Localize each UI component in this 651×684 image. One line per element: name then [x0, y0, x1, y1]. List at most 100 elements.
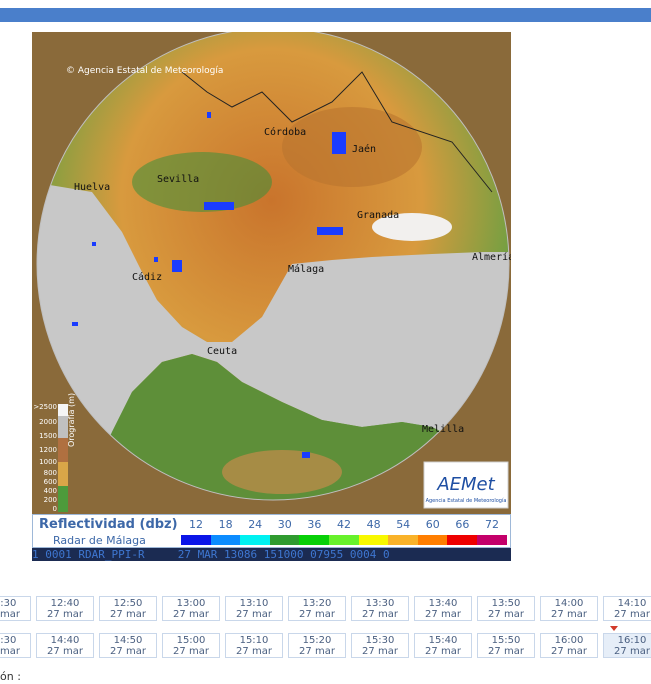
time-slot[interactable]: 12:40 27 mar — [36, 596, 94, 621]
time-slot-time: 14:40 — [50, 635, 80, 646]
status-line: 1 0001 RDAR_PPI-R 27 MAR 13086 151000 07… — [32, 548, 511, 561]
time-slot[interactable]: 13:10 27 mar — [225, 596, 283, 621]
city-label: Málaga — [288, 263, 324, 275]
time-slot-time: 13:30 — [365, 598, 395, 609]
time-slot-date: 27 mar — [551, 609, 587, 620]
time-slot-time: 14:00 — [554, 598, 584, 609]
orography-tick: 1500 — [39, 432, 57, 440]
valley — [132, 152, 272, 212]
time-slot-time: 13:00 — [176, 598, 206, 609]
time-slot[interactable]: 14:3027 mar — [0, 633, 31, 658]
time-slot-date: 27 mar — [299, 609, 335, 620]
time-slot[interactable]: 15:00 27 mar — [162, 633, 220, 658]
legend-value: 60 — [425, 518, 440, 531]
time-slot-time: 15:50 — [491, 635, 521, 646]
time-slot-time: 15:20 — [302, 635, 332, 646]
city-label: Melilla — [422, 424, 464, 435]
time-slot-time: 12:30 — [0, 598, 17, 609]
time-slot[interactable]: 15:20 27 mar — [288, 633, 346, 658]
legend-value: 54 — [396, 518, 411, 531]
reflectivity-scale: 12 18 24 30 36 42 48 54 60 66 72 — [181, 518, 508, 546]
time-slot-date: 27 mar — [614, 609, 650, 620]
time-slot[interactable]: 16:00 27 mar — [540, 633, 598, 658]
legend-value: 72 — [485, 518, 499, 531]
city-label: Córdoba — [264, 126, 306, 138]
time-slot[interactable]: 14:40 27 mar — [36, 633, 94, 658]
legend-title: Reflectividad (dbz) — [39, 517, 178, 532]
time-slot-date: 27 mar — [299, 646, 335, 657]
copyright-text: © Agencia Estatal de Meteorología — [66, 66, 224, 76]
time-slot-date: 27 mar — [173, 609, 209, 620]
time-slot-time: 13:50 — [491, 598, 521, 609]
legend-swatch — [210, 535, 241, 545]
city-label: Jaén — [352, 143, 376, 155]
legend-swatch — [447, 535, 478, 545]
time-slot[interactable]: 12:50 27 mar — [99, 596, 157, 621]
legend-swatch — [417, 535, 448, 545]
time-slot-date: 27 mar — [110, 609, 146, 620]
time-slot[interactable]: 15:30 27 mar — [351, 633, 409, 658]
legend-subtitle: Radar de Málaga — [53, 534, 146, 547]
time-slot[interactable]: 13:50 27 mar — [477, 596, 535, 621]
time-slot-date: 27 mar — [488, 609, 524, 620]
time-slot-time: 13:20 — [302, 598, 332, 609]
time-slot-date: 27 mar — [110, 646, 146, 657]
city-label: Cádiz — [132, 271, 162, 283]
reflectivity-legend: Reflectividad (dbz) Radar de Málaga 12 18… — [32, 514, 511, 548]
time-slot[interactable]: 14:00 27 mar — [540, 596, 598, 621]
current-time-marker — [610, 626, 618, 631]
legend-swatch — [240, 535, 271, 545]
time-slot-date: 27 mar — [47, 609, 83, 620]
radar-image: Córdoba Jaén Sevilla Huelva Granada Mála… — [32, 32, 511, 514]
time-slot-date: 27 mar — [362, 609, 398, 620]
legend-swatch — [329, 535, 360, 545]
time-slot-time: 13:40 — [428, 598, 458, 609]
legend-value: 36 — [307, 518, 322, 531]
orography-title: Orografía (m) — [67, 393, 76, 447]
city-label: Ceuta — [207, 346, 237, 357]
radar-map: Córdoba Jaén Sevilla Huelva Granada Mála… — [32, 32, 511, 514]
orography-tick: 600 — [44, 478, 57, 486]
orography-tick: 2000 — [39, 418, 57, 426]
time-slot-time: 15:00 — [176, 635, 206, 646]
time-slot[interactable]: 13:30 27 mar — [351, 596, 409, 621]
orography-tick: 200 — [44, 496, 57, 504]
time-slot-time: 16:10 — [617, 635, 647, 646]
orography-tick: 400 — [44, 487, 57, 495]
time-slot-time: 15:30 — [365, 635, 395, 646]
legend-swatch — [269, 535, 300, 545]
time-slot-date: 27 mar — [0, 646, 20, 657]
time-slot[interactable]: 13:20 27 mar — [288, 596, 346, 621]
time-slot-date: 27 mar — [425, 609, 461, 620]
time-slot-time: 15:40 — [428, 635, 458, 646]
time-slot[interactable]: 16:10 27 mar — [603, 633, 651, 658]
time-slot-date: 27 mar — [173, 646, 209, 657]
legend-swatch — [358, 535, 389, 545]
time-slot-time: 15:10 — [239, 635, 269, 646]
legend-value: 42 — [337, 518, 351, 531]
legend-value: 30 — [277, 518, 292, 531]
time-slot[interactable]: 12:3027 mar — [0, 596, 31, 621]
time-slot[interactable]: 13:00 27 mar — [162, 596, 220, 621]
logo-text: AEMet — [436, 474, 495, 495]
time-slot[interactable]: 13:40 27 mar — [414, 596, 472, 621]
time-slot-date: 27 mar — [47, 646, 83, 657]
time-slot-date: 27 mar — [488, 646, 524, 657]
time-slot-date: 27 mar — [425, 646, 461, 657]
time-slot-date: 27 mar — [551, 646, 587, 657]
footer-text: ón : — [0, 670, 21, 683]
time-slot-date: 27 mar — [236, 646, 272, 657]
time-slot[interactable]: 15:50 27 mar — [477, 633, 535, 658]
time-slot[interactable]: 14:10 27 mar — [603, 596, 651, 621]
time-slot[interactable]: 15:40 27 mar — [414, 633, 472, 658]
time-slot[interactable]: 14:50 27 mar — [99, 633, 157, 658]
legend-value: 12 — [189, 518, 203, 531]
city-label: Huelva — [74, 182, 110, 193]
legend-swatch — [299, 535, 330, 545]
legend-value: 18 — [218, 518, 233, 531]
time-slot-time: 16:00 — [554, 635, 584, 646]
time-slot-date: 27 mar — [236, 609, 272, 620]
time-slot[interactable]: 15:10 27 mar — [225, 633, 283, 658]
legend-swatch — [388, 535, 419, 545]
legend-value: 24 — [248, 518, 263, 531]
